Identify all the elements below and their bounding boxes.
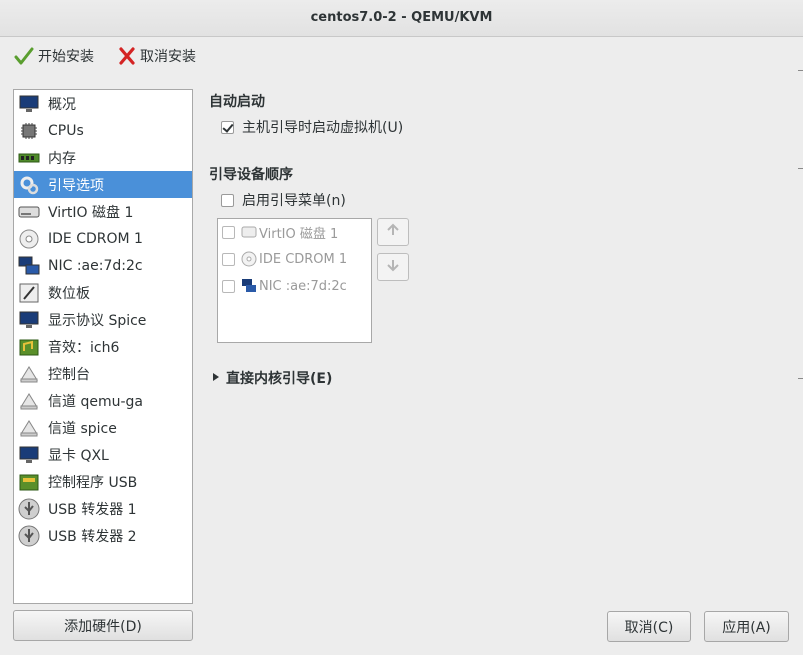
add-hardware-button[interactable]: 添加硬件(D) bbox=[13, 610, 193, 641]
begin-install-button[interactable]: 开始安装 bbox=[14, 44, 94, 68]
boot-device-label: VirtIO 磁盘 1 bbox=[259, 226, 339, 242]
boot-menu-checkbox[interactable] bbox=[221, 193, 234, 207]
window-edge-mark bbox=[798, 70, 803, 71]
network-icon bbox=[241, 278, 257, 294]
sidebar-item-usb-redir-2[interactable]: USB 转发器 2 bbox=[14, 522, 192, 549]
boot-device-checkbox[interactable] bbox=[222, 225, 235, 239]
triangle-right-icon bbox=[212, 370, 220, 386]
check-icon bbox=[14, 46, 34, 66]
video-card-icon bbox=[18, 444, 40, 466]
move-down-button[interactable] bbox=[377, 253, 409, 281]
apply-label: 应用(A) bbox=[722, 619, 771, 636]
sidebar-item-sound[interactable]: 音效：ich6 bbox=[14, 333, 192, 360]
apply-button[interactable]: 应用(A) bbox=[704, 611, 789, 642]
boot-device-checkbox[interactable] bbox=[222, 252, 235, 266]
sidebar-item-label: VirtIO 磁盘 1 bbox=[48, 204, 134, 221]
sidebar-item-label: 音效：ich6 bbox=[48, 339, 120, 356]
sidebar-item-nic[interactable]: NIC :ae:7d:2c bbox=[14, 252, 192, 279]
sidebar-item-boot-options[interactable]: 引导选项 bbox=[14, 171, 192, 198]
cdrom-icon bbox=[18, 228, 40, 250]
window-edge-mark bbox=[798, 168, 803, 169]
disk-icon bbox=[241, 224, 257, 240]
move-up-button[interactable] bbox=[377, 218, 409, 246]
overview-monitor-icon bbox=[18, 93, 40, 115]
sidebar-item-label: 引导选项 bbox=[48, 177, 104, 194]
sidebar-item-label: 内存 bbox=[48, 150, 76, 167]
memory-icon bbox=[18, 147, 40, 169]
autostart-checkbox-row[interactable]: 主机引导时启动虚拟机(U) bbox=[221, 117, 403, 137]
cancel-install-label: 取消安装 bbox=[140, 49, 196, 65]
console-icon bbox=[18, 363, 40, 385]
sidebar-item-label: 显卡 QXL bbox=[48, 447, 109, 464]
sidebar-item-label: IDE CDROM 1 bbox=[48, 230, 143, 247]
tablet-icon bbox=[18, 282, 40, 304]
direct-kernel-boot-expander[interactable]: 直接内核引导(E) bbox=[212, 368, 332, 388]
sidebar-item-label: 控制台 bbox=[48, 366, 90, 383]
sidebar-item-channel-qemu-ga[interactable]: 信道 qemu-ga bbox=[14, 387, 192, 414]
sound-icon bbox=[18, 336, 40, 358]
sidebar-item-label: 显示协议 Spice bbox=[48, 312, 147, 329]
sidebar-item-controller-usb[interactable]: 控制程序 USB bbox=[14, 468, 192, 495]
window-title: centos7.0-2 - QEMU/KVM bbox=[310, 10, 493, 25]
sidebar-item-label: USB 转发器 1 bbox=[48, 501, 137, 518]
add-hardware-label: 添加硬件(D) bbox=[64, 618, 142, 635]
cdrom-icon bbox=[241, 251, 257, 267]
autostart-checkbox-label: 主机引导时启动虚拟机(U) bbox=[242, 120, 404, 136]
display-icon bbox=[18, 309, 40, 331]
boot-order-title: 引导设备顺序 bbox=[209, 167, 293, 183]
arrow-up-icon bbox=[385, 222, 401, 242]
usb-icon bbox=[18, 498, 40, 520]
sidebar-item-ide-cdrom[interactable]: IDE CDROM 1 bbox=[14, 225, 192, 252]
sidebar-item-memory[interactable]: 内存 bbox=[14, 144, 192, 171]
network-icon bbox=[18, 255, 40, 277]
boot-device-checkbox[interactable] bbox=[222, 279, 235, 293]
cancel-label: 取消(C) bbox=[624, 619, 674, 636]
sidebar-item-label: 信道 spice bbox=[48, 420, 117, 437]
usb-icon bbox=[18, 525, 40, 547]
arrow-down-icon bbox=[385, 257, 401, 277]
boot-device-label: IDE CDROM 1 bbox=[259, 251, 348, 267]
cpu-icon bbox=[18, 120, 40, 142]
sidebar-item-label: CPUs bbox=[48, 122, 84, 139]
sidebar-item-display[interactable]: 显示协议 Spice bbox=[14, 306, 192, 333]
sidebar-item-overview[interactable]: 概况 bbox=[14, 90, 192, 117]
sidebar-item-usb-redir-1[interactable]: USB 转发器 1 bbox=[14, 495, 192, 522]
window-edge-mark bbox=[798, 378, 803, 379]
autostart-checkbox[interactable] bbox=[221, 120, 234, 134]
cancel-button[interactable]: 取消(C) bbox=[607, 611, 691, 642]
sidebar-item-label: 控制程序 USB bbox=[48, 474, 138, 491]
window-titlebar: centos7.0-2 - QEMU/KVM bbox=[0, 0, 803, 37]
boot-device-row[interactable]: IDE CDROM 1 bbox=[218, 248, 347, 270]
boot-device-label: NIC :ae:7d:2c bbox=[259, 278, 347, 294]
direct-kernel-boot-label: 直接内核引导(E) bbox=[226, 371, 333, 387]
autostart-title: 自动启动 bbox=[209, 94, 265, 110]
sidebar-item-virtio-disk[interactable]: VirtIO 磁盘 1 bbox=[14, 198, 192, 225]
boot-device-row[interactable]: NIC :ae:7d:2c bbox=[218, 275, 347, 297]
hardware-list[interactable]: 概况 CPUs 内存 引导选项 VirtIO 磁盘 1 IDE CDROM 1 … bbox=[13, 89, 193, 604]
sidebar-item-channel-spice[interactable]: 信道 spice bbox=[14, 414, 192, 441]
sidebar-item-label: NIC :ae:7d:2c bbox=[48, 257, 143, 274]
controller-icon bbox=[18, 471, 40, 493]
sidebar-item-label: USB 转发器 2 bbox=[48, 528, 137, 545]
cancel-install-button[interactable]: 取消安装 bbox=[118, 44, 196, 68]
sidebar-item-video-qxl[interactable]: 显卡 QXL bbox=[14, 441, 192, 468]
sidebar-item-tablet[interactable]: 数位板 bbox=[14, 279, 192, 306]
boot-menu-checkbox-label: 启用引导菜单(n) bbox=[242, 193, 346, 209]
sidebar-item-cpus[interactable]: CPUs bbox=[14, 117, 192, 144]
sidebar-item-label: 概况 bbox=[48, 96, 76, 113]
begin-install-label: 开始安装 bbox=[38, 49, 94, 65]
disk-icon bbox=[18, 201, 40, 223]
sidebar-item-label: 数位板 bbox=[48, 285, 90, 302]
channel-icon bbox=[18, 417, 40, 439]
channel-icon bbox=[18, 390, 40, 412]
red-x-icon bbox=[118, 46, 136, 66]
sidebar-item-console[interactable]: 控制台 bbox=[14, 360, 192, 387]
boot-options-icon bbox=[18, 174, 40, 196]
boot-menu-checkbox-row[interactable]: 启用引导菜单(n) bbox=[221, 190, 346, 210]
boot-device-row[interactable]: VirtIO 磁盘 1 bbox=[218, 221, 338, 243]
boot-device-list[interactable]: VirtIO 磁盘 1 IDE CDROM 1 NIC :ae:7d:2c bbox=[217, 218, 372, 343]
sidebar-item-label: 信道 qemu-ga bbox=[48, 393, 143, 410]
